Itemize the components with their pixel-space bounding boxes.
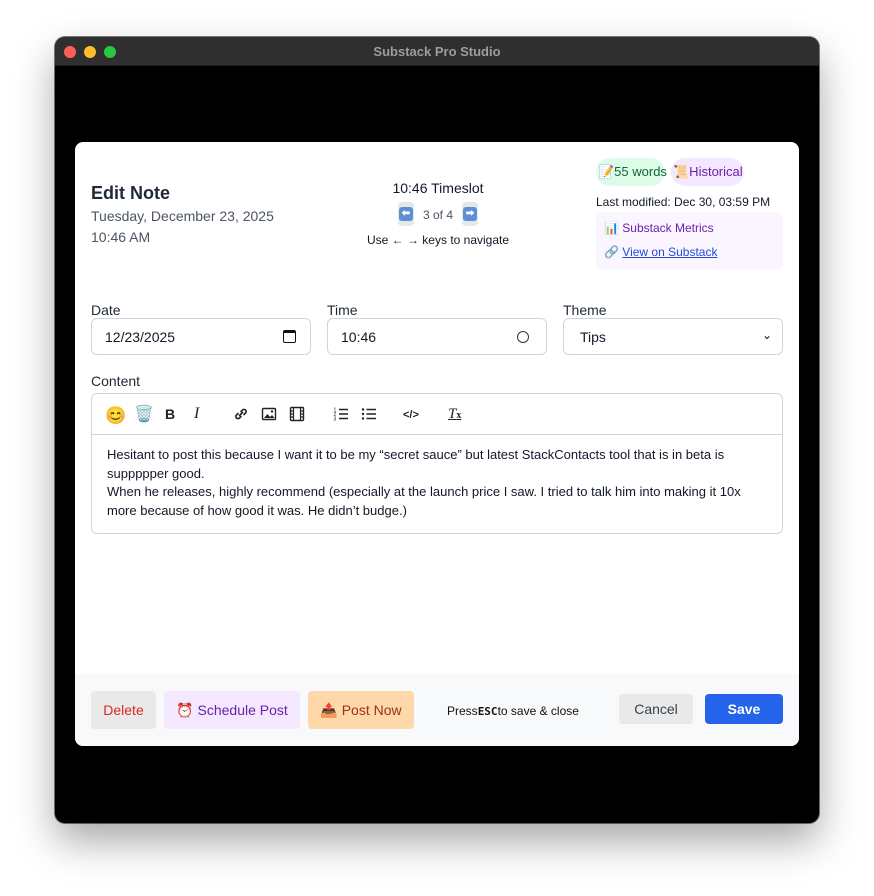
code-icon-button[interactable]: </> — [403, 407, 419, 423]
bullet-list-icon-button[interactable] — [361, 406, 377, 425]
clear-format-icon-button[interactable]: Tx — [448, 406, 461, 424]
clear-format-x: x — [456, 410, 462, 421]
save-button[interactable]: Save — [705, 694, 783, 724]
ordered-list-icon-button[interactable]: 123 — [333, 406, 349, 425]
edit-note-dialog: Edit Note Tuesday, December 23, 2025 10:… — [75, 142, 799, 746]
schedule-post-button[interactable]: ⏰ Schedule Post — [164, 691, 300, 729]
arrow-left-icon: ⬅ — [399, 207, 413, 221]
dialog-footer: Delete ⏰ Schedule Post 📤 Post Now PressE… — [75, 674, 799, 746]
arrow-right-icon: ➡ — [463, 207, 477, 221]
chevron-down-icon: ⌄ — [761, 328, 772, 342]
image-icon-button[interactable] — [261, 406, 277, 425]
view-on-substack-link[interactable]: 🔗 View on Substack — [604, 245, 717, 259]
theme-select[interactable]: Tips ⌄ — [563, 318, 783, 355]
timeslot-title: 10:46 Timeslot — [392, 180, 484, 196]
time-input-value: 10:46 — [341, 328, 377, 345]
calendar-icon[interactable] — [283, 330, 296, 343]
emoji-icon[interactable]: 😊 — [105, 407, 126, 424]
content-label: Content — [91, 373, 141, 389]
editor-body[interactable]: Hesitant to post this because I want it … — [107, 446, 767, 520]
esc-hint-rest: to save & close — [497, 704, 579, 718]
date-label: Date — [91, 302, 121, 318]
note-date-text: Tuesday, December 23, 2025 — [91, 208, 274, 224]
content-paragraph-1: Hesitant to post this because I want it … — [107, 447, 725, 481]
last-modified-text: Last modified: Dec 30, 03:59 PM — [596, 195, 771, 209]
theme-label: Theme — [563, 302, 607, 318]
italic-button[interactable]: I — [194, 406, 199, 422]
previous-slot-button[interactable]: ⬅ — [398, 202, 414, 226]
video-icon-button[interactable] — [289, 406, 305, 425]
link-icon-button[interactable] — [233, 406, 249, 425]
title-bar: Substack Pro Studio — [55, 37, 819, 66]
substack-metrics-link[interactable]: 📊 Substack Metrics — [604, 221, 714, 235]
link-icon: 🔗 — [604, 245, 619, 259]
note-time-text: 10:46 AM — [91, 229, 151, 245]
word-count-badge: 📝55 words — [596, 158, 667, 186]
delete-button[interactable]: Delete — [91, 691, 156, 729]
date-input-value: 12/23/2025 — [105, 328, 176, 345]
content-editor[interactable]: 😊 🗑️ B I 123 </> Tx Hesitant to post thi… — [91, 393, 783, 534]
date-input[interactable]: 12/23/2025 — [91, 318, 311, 355]
esc-key-label: ESC — [477, 705, 498, 718]
desktop: Substack Pro Studio Edit Note Tuesday, D… — [0, 0, 874, 896]
post-now-button[interactable]: 📤 Post Now — [308, 691, 414, 729]
view-on-substack-label: View on Substack — [622, 245, 718, 259]
next-slot-button[interactable]: ➡ — [462, 202, 478, 226]
bold-button[interactable]: B — [165, 406, 175, 422]
keyboard-nav-hint: Use ← → keys to navigate — [366, 233, 510, 247]
esc-hint-press: Press — [447, 704, 478, 718]
time-input[interactable]: 10:46 — [327, 318, 547, 355]
window-title: Substack Pro Studio — [373, 44, 501, 59]
app-window: Substack Pro Studio Edit Note Tuesday, D… — [55, 37, 819, 823]
cancel-button[interactable]: Cancel — [619, 694, 693, 724]
historical-badge: 📜Historical — [671, 158, 744, 186]
content-paragraph-2: When he releases, highly recommend (espe… — [107, 484, 741, 518]
editor-toolbar: 😊 🗑️ B I 123 </> Tx — [92, 394, 782, 435]
metrics-panel: 📊 Substack Metrics 🔗 View on Substack — [596, 212, 783, 270]
svg-text:3: 3 — [334, 417, 337, 423]
esc-hint: PressESCto save & close — [447, 704, 579, 718]
time-label: Time — [327, 302, 358, 318]
slot-counter: 3 of 4 — [422, 208, 454, 222]
clock-icon[interactable] — [517, 331, 529, 343]
theme-select-value: Tips — [580, 328, 606, 345]
trash-icon[interactable]: 🗑️ — [134, 407, 154, 423]
dialog-title: Edit Note — [91, 183, 170, 203]
